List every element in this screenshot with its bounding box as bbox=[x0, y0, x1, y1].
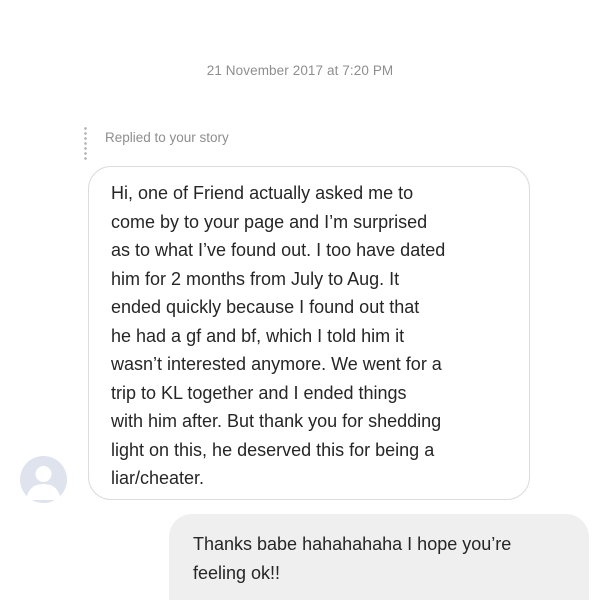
sender-avatar[interactable] bbox=[20, 456, 67, 503]
received-message-line: ended quickly because I found out that bbox=[111, 297, 420, 317]
received-message-line: wasn’t interested anymore. We went for a bbox=[111, 354, 442, 374]
received-message-line: he had a gf and bf, which I told him it bbox=[111, 326, 405, 346]
received-message-line: as to what I’ve found out. I too have da… bbox=[111, 240, 446, 260]
sent-message-line: feeling ok!! bbox=[193, 563, 281, 583]
default-profile-icon bbox=[26, 466, 61, 500]
received-message-bubble[interactable]: Hi, one of Friend actually asked me to c… bbox=[88, 166, 530, 500]
received-message-line: trip to KL together and I ended things bbox=[111, 383, 407, 403]
received-message-line: with him after. But thank you for sheddi… bbox=[111, 411, 442, 431]
received-message-line: Hi, one of Friend actually asked me to bbox=[111, 183, 414, 203]
received-message-line: him for 2 months from July to Aug. It bbox=[111, 269, 400, 289]
sent-message-bubble[interactable]: Thanks babe hahahahaha I hope you’re fee… bbox=[169, 514, 589, 600]
message-timestamp: 21 November 2017 at 7:20 PM bbox=[206, 63, 394, 78]
story-reply-label: Replied to your story bbox=[105, 130, 229, 145]
sent-message-line: Thanks babe hahahahaha I hope you’re bbox=[193, 534, 512, 554]
received-message-line: come by to your page and I’m surprised bbox=[111, 212, 428, 232]
received-message-line: light on this, he deserved this for bein… bbox=[111, 440, 435, 460]
received-message-line: liar/cheater. bbox=[111, 468, 205, 488]
story-reply-line-icon bbox=[84, 126, 87, 160]
